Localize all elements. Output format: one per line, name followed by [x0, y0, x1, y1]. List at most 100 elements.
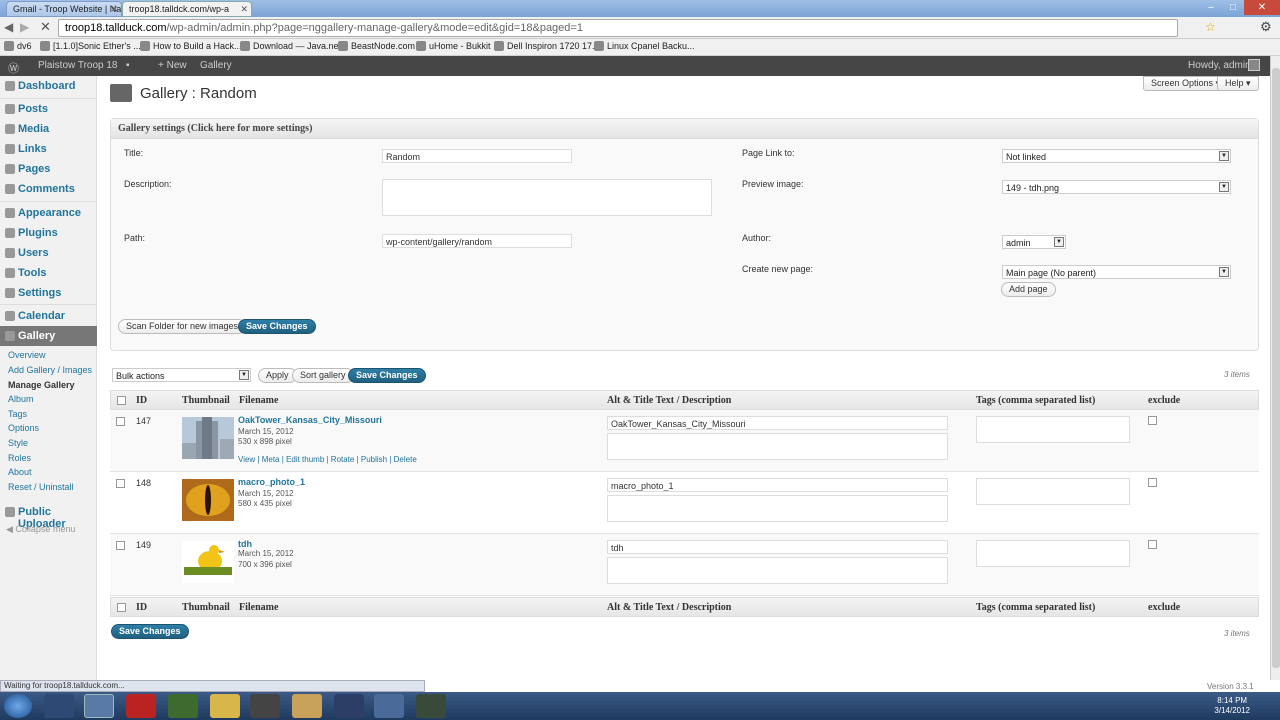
- col-filename[interactable]: Filename: [239, 395, 278, 406]
- filename-link[interactable]: tdh: [238, 539, 252, 549]
- submenu-about[interactable]: About: [8, 467, 32, 477]
- menu-dashboard[interactable]: Dashboard: [0, 76, 97, 96]
- tags-textarea[interactable]: [976, 416, 1130, 443]
- close-tab-icon[interactable]: ✕: [110, 4, 118, 15]
- minecraft-icon[interactable]: [168, 694, 198, 718]
- menu-gallery[interactable]: Gallery: [0, 326, 97, 346]
- admin-bar-gallery[interactable]: Gallery: [200, 60, 232, 71]
- submenu-style[interactable]: Style: [8, 438, 28, 448]
- save-changes-button-bottom[interactable]: Save Changes: [111, 624, 189, 639]
- page-scrollbar[interactable]: [1270, 56, 1280, 680]
- bookmark-item[interactable]: Linux Cpanel Backu...: [594, 41, 695, 51]
- filezilla-icon[interactable]: [126, 694, 156, 718]
- bookmark-item[interactable]: dv6: [4, 41, 32, 51]
- collapse-menu[interactable]: ◀ Collapse menu: [6, 524, 75, 535]
- forward-icon[interactable]: ▶: [20, 20, 29, 34]
- author-select[interactable]: admin ▼: [1002, 235, 1066, 249]
- app-icon[interactable]: [334, 694, 364, 718]
- exclude-checkbox[interactable]: [1148, 478, 1157, 487]
- submenu-overview[interactable]: Overview: [8, 350, 46, 360]
- description-textarea[interactable]: [607, 433, 948, 460]
- col-filename[interactable]: Filename: [239, 602, 278, 613]
- app-icon[interactable]: [250, 694, 280, 718]
- submenu-options[interactable]: Options: [8, 423, 39, 433]
- screen-options-button[interactable]: Screen Options ▾: [1143, 76, 1229, 91]
- wrench-icon[interactable]: ⚙: [1260, 19, 1272, 35]
- bookmark-item[interactable]: BeastNode.com: [338, 41, 415, 51]
- preview-image-select[interactable]: 149 - tdh.png ▼: [1002, 180, 1231, 194]
- thumbnail-image[interactable]: [182, 541, 234, 583]
- col-id[interactable]: ID: [136, 602, 147, 613]
- bookmark-item[interactable]: [1.1.0]Sonic Ether's ...: [40, 41, 141, 51]
- wordpress-logo-icon[interactable]: Ⓦ: [8, 60, 19, 76]
- add-page-button[interactable]: Add page: [1001, 282, 1056, 297]
- thumbnail-image[interactable]: [182, 479, 234, 521]
- app-icon[interactable]: [416, 694, 446, 718]
- menu-public-uploader[interactable]: Public Uploader: [0, 502, 97, 530]
- tab-gmail[interactable]: Gmail - Troop Website | Na ✕: [6, 1, 122, 17]
- exclude-checkbox[interactable]: [1148, 416, 1157, 425]
- row-checkbox[interactable]: [116, 417, 125, 426]
- bookmark-star-icon[interactable]: ☆: [1205, 20, 1216, 34]
- menu-comments[interactable]: Comments: [0, 179, 97, 199]
- close-tab-icon[interactable]: ✕: [240, 4, 248, 15]
- menu-plugins[interactable]: Plugins: [0, 223, 97, 243]
- save-changes-button[interactable]: Save Changes: [238, 319, 316, 334]
- bulk-actions-select[interactable]: Bulk actions ▼: [112, 368, 251, 382]
- create-page-select[interactable]: Main page (No parent) ▼: [1002, 265, 1231, 279]
- submenu-roles[interactable]: Roles: [8, 453, 31, 463]
- bookmark-item[interactable]: Dell Inspiron 1720 17...: [494, 41, 600, 51]
- scrollbar-thumb[interactable]: [1272, 68, 1280, 668]
- bookmark-item[interactable]: How to Build a Hack...: [140, 41, 242, 51]
- row-checkbox[interactable]: [116, 541, 125, 550]
- tags-textarea[interactable]: [976, 540, 1130, 567]
- explorer-icon[interactable]: [210, 694, 240, 718]
- menu-links[interactable]: Links: [0, 139, 97, 159]
- ie-icon[interactable]: [44, 694, 74, 718]
- minimize-icon[interactable]: –: [1200, 0, 1222, 15]
- submenu-tags[interactable]: Tags: [8, 409, 27, 419]
- avatar[interactable]: [1248, 59, 1260, 71]
- menu-posts[interactable]: Posts: [0, 99, 97, 119]
- menu-settings[interactable]: Settings: [0, 283, 97, 303]
- submenu-manage-gallery[interactable]: Manage Gallery: [8, 380, 75, 390]
- col-id[interactable]: ID: [136, 395, 147, 406]
- menu-media[interactable]: Media: [0, 119, 97, 139]
- description-textarea[interactable]: [607, 557, 948, 584]
- thumbnail-image[interactable]: [182, 417, 234, 459]
- bookmark-item[interactable]: Download — Java.net: [240, 41, 341, 51]
- media-icon[interactable]: [292, 694, 322, 718]
- start-button-icon[interactable]: [4, 694, 32, 718]
- help-button[interactable]: Help ▾: [1217, 76, 1259, 91]
- comment-icon[interactable]: ▪: [126, 60, 130, 71]
- alt-text-input[interactable]: OakTower_Kansas_City_Missouri: [607, 416, 948, 430]
- network-icon[interactable]: [374, 694, 404, 718]
- alt-text-input[interactable]: macro_photo_1: [607, 478, 948, 492]
- bookmark-item[interactable]: uHome - Bukkit: [416, 41, 491, 51]
- sort-gallery-button[interactable]: Sort gallery: [292, 368, 354, 383]
- filename-link[interactable]: OakTower_Kansas_City_Missouri: [238, 415, 382, 425]
- scan-folder-button[interactable]: Scan Folder for new images: [118, 319, 247, 334]
- stop-icon[interactable]: ✕: [40, 19, 51, 35]
- maximize-icon[interactable]: □: [1222, 0, 1244, 15]
- menu-users[interactable]: Users: [0, 243, 97, 263]
- close-window-icon[interactable]: ✕: [1244, 0, 1280, 15]
- description-textarea[interactable]: [382, 179, 712, 216]
- menu-calendar[interactable]: Calendar: [0, 306, 97, 326]
- back-icon[interactable]: ◀: [4, 20, 13, 34]
- alt-text-input[interactable]: tdh: [607, 540, 948, 554]
- menu-appearance[interactable]: Appearance: [0, 203, 97, 223]
- title-input[interactable]: Random: [382, 149, 572, 163]
- filename-link[interactable]: macro_photo_1: [238, 477, 305, 487]
- address-bar[interactable]: troop18.tallduck.com/wp-admin/admin.php?…: [58, 19, 1178, 37]
- admin-bar-howdy[interactable]: Howdy, admin: [1188, 60, 1251, 71]
- apply-button[interactable]: Apply: [258, 368, 297, 383]
- admin-bar-site[interactable]: Plaistow Troop 18: [38, 60, 118, 71]
- select-all-checkbox[interactable]: [117, 396, 126, 405]
- admin-bar-new[interactable]: + New: [158, 60, 187, 71]
- exclude-checkbox[interactable]: [1148, 540, 1157, 549]
- save-changes-button-top[interactable]: Save Changes: [348, 368, 426, 383]
- tab-troop18[interactable]: troop18.talldck.com/wp-a ✕: [122, 1, 252, 17]
- row-actions[interactable]: View | Meta | Edit thumb | Rotate | Publ…: [238, 455, 417, 465]
- chrome-icon[interactable]: [84, 694, 114, 718]
